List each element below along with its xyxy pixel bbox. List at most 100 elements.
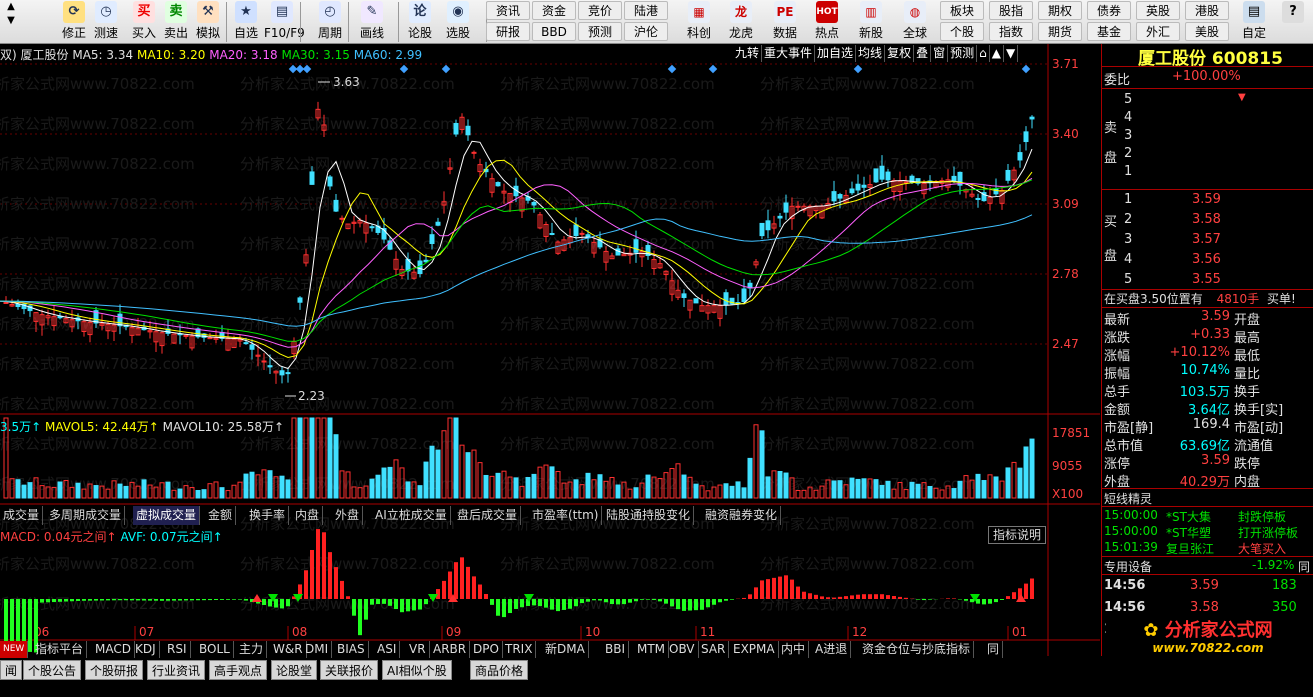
alert-stock-0[interactable]: *ST大集 <box>1166 508 1211 525</box>
volume-tab-10[interactable]: 陆股通持股变化 <box>603 506 695 525</box>
chart-menu-item-3[interactable]: 均线 <box>856 45 886 62</box>
bottom-tab-8[interactable]: 商品价格 <box>470 660 529 680</box>
indicator-tab-19[interactable]: SAR <box>698 641 730 658</box>
indicator-tab-10[interactable]: ASI <box>374 641 401 658</box>
bottom-tab-2[interactable]: 个股研报 <box>85 660 144 680</box>
alert-stock-2[interactable]: 复旦张江 <box>1166 540 1214 557</box>
sell-button[interactable]: 卖卖出 <box>158 0 194 44</box>
indicator-tab-1[interactable]: 指标平台 <box>32 641 88 658</box>
toolbar-small-bottom-3[interactable]: 沪伦 <box>624 22 668 41</box>
chart-menu-item-2[interactable]: 加自选 <box>815 45 857 62</box>
indicator-tab-17[interactable]: MTM <box>634 641 670 658</box>
toolbar-market-top-0[interactable]: 板块 <box>940 1 984 20</box>
indicator-tab-11[interactable]: VR <box>406 641 430 658</box>
volume-tab-9[interactable]: 市盈率(ttm) <box>529 506 603 525</box>
volume-tab-6[interactable]: 外盘 <box>332 506 364 525</box>
volume-tab-4[interactable]: 换手率 <box>246 506 290 525</box>
indicator-tab-23[interactable]: 资金仓位与抄底指标 <box>859 641 975 658</box>
toolbar-market-top-5[interactable]: 港股 <box>1185 1 1229 20</box>
toolbar-market-top-1[interactable]: 股指 <box>989 1 1033 20</box>
indicator-tab-2[interactable]: MACD <box>92 641 135 658</box>
chart-menu-item-7[interactable]: 预测 <box>948 45 978 62</box>
chevron-up-icon[interactable]: ▲ <box>990 45 1004 62</box>
toolbar-market-bottom-3[interactable]: 基金 <box>1087 22 1131 41</box>
toolbar-market-bottom-2[interactable]: 期货 <box>1038 22 1082 41</box>
data-button[interactable]: PE 数据 <box>766 0 804 44</box>
indicator-help-button[interactable]: 指标说明 <box>988 526 1046 544</box>
volume-tab-7[interactable]: AI立桩成交量 <box>372 506 451 525</box>
indicator-tab-16[interactable]: BBI <box>602 641 630 658</box>
indicator-tab-5[interactable]: BOLL <box>196 641 234 658</box>
global-button[interactable]: ◍ 全球 <box>896 0 934 44</box>
chart-menu-item-4[interactable]: 复权 <box>885 45 915 62</box>
volume-tab-0[interactable]: 成交量 <box>0 506 44 525</box>
indicator-tab-8[interactable]: DMI <box>302 641 333 658</box>
discuss-button[interactable]: 论论股 <box>402 0 438 44</box>
event-marker[interactable] <box>302 64 312 74</box>
volume-tab-3[interactable]: 金额 <box>205 506 237 525</box>
indicator-tab-4[interactable]: RSI <box>164 641 191 658</box>
collapse-icon[interactable]: ▼ <box>1238 92 1246 103</box>
period-button[interactable]: ◴ 周期 <box>312 0 348 44</box>
toolbar-market-top-3[interactable]: 债券 <box>1087 1 1131 20</box>
indicator-tab-20[interactable]: EXPMA <box>730 641 779 658</box>
dragon-tiger-button[interactable]: 龙龙虎 <box>722 0 760 44</box>
drawline-button[interactable]: ✎ 画线 <box>354 0 390 44</box>
toolbar-small-bottom-2[interactable]: 预测 <box>578 22 622 41</box>
toolbar-market-top-2[interactable]: 期权 <box>1038 1 1082 20</box>
bottom-tab-0[interactable]: 闻 <box>0 660 23 680</box>
indicator-tab-3[interactable]: KDJ <box>132 641 160 658</box>
toolbar-small-top-1[interactable]: 资金 <box>532 1 576 20</box>
bottom-tab-6[interactable]: 关联报价 <box>320 660 379 680</box>
toolbar-market-top-4[interactable]: 英股 <box>1136 1 1180 20</box>
indicator-tab-13[interactable]: DPO <box>470 641 503 658</box>
custom-button[interactable]: ▤ 自定 <box>1238 0 1270 44</box>
toolbar-small-top-0[interactable]: 资讯 <box>486 1 530 20</box>
volume-tab-5[interactable]: 内盘 <box>292 506 324 525</box>
hotspot-button[interactable]: HOT 热点 <box>808 0 846 44</box>
bottom-tab-7[interactable]: AI相似个股 <box>382 660 452 680</box>
toolbar-small-top-2[interactable]: 竞价 <box>578 1 622 20</box>
star-market-button[interactable]: ▦ 科创 <box>680 0 718 44</box>
volume-tab-1[interactable]: 多周期成交量 <box>46 506 126 525</box>
help-button[interactable]: ? <box>1278 0 1308 44</box>
toolbar-market-bottom-1[interactable]: 指数 <box>989 22 1033 41</box>
bottom-tab-4[interactable]: 高手观点 <box>209 660 268 680</box>
f10-button[interactable]: ▤ F10/F9 <box>264 0 305 44</box>
chart-menu-item-0[interactable]: 九转 <box>733 45 763 62</box>
lock-icon[interactable]: ⌂ <box>977 45 990 62</box>
indicator-tab-6[interactable]: 主力 <box>236 641 268 658</box>
chevron-down-icon[interactable]: ▼ <box>1004 45 1019 62</box>
volume-tab-11[interactable]: 融资融券变化 <box>702 506 782 525</box>
indicator-tab-22[interactable]: A进退 <box>812 641 852 658</box>
toolbar-small-bottom-0[interactable]: 研报 <box>486 22 530 41</box>
revise-button[interactable]: ⟳ 修正 <box>56 0 92 44</box>
indicator-tab-0[interactable]: NEW <box>0 641 29 658</box>
chart-menu-item-1[interactable]: 重大事件 <box>762 45 816 62</box>
event-marker[interactable] <box>1021 64 1031 74</box>
indicator-tab-14[interactable]: TRIX <box>502 641 537 658</box>
indicator-tab-9[interactable]: BIAS <box>334 641 369 658</box>
speedtest-button[interactable]: ◷ 测速 <box>88 0 124 44</box>
indicator-tab-18[interactable]: OBV <box>666 641 699 658</box>
toolbar-small-top-3[interactable]: 陆港 <box>624 1 668 20</box>
chart-menu-item-6[interactable]: 窗 <box>931 45 949 62</box>
indicator-tab-24[interactable]: 同 <box>984 641 1004 658</box>
pick-button[interactable]: ◉ 选股 <box>440 0 476 44</box>
event-marker[interactable] <box>708 64 718 74</box>
alert-stock-1[interactable]: *ST华塑 <box>1166 524 1211 541</box>
bottom-tab-1[interactable]: 个股公告 <box>23 660 82 680</box>
toolbar-small-bottom-1[interactable]: BBD <box>532 22 576 41</box>
event-marker[interactable] <box>853 64 863 74</box>
kline-chart[interactable]: 3.713.403.092.782.47178519055X10006 07 08 0… <box>0 44 1100 656</box>
bottom-tab-5[interactable]: 论股堂 <box>271 660 318 680</box>
watchlist-button[interactable]: ★ 自选 <box>228 0 264 44</box>
toolbar-scroll[interactable]: ▲ ▼ <box>2 0 20 44</box>
indicator-tab-12[interactable]: ARBR <box>430 641 471 658</box>
toolbar-market-bottom-0[interactable]: 个股 <box>940 22 984 41</box>
event-marker[interactable] <box>667 64 677 74</box>
toolbar-market-bottom-5[interactable]: 美股 <box>1185 22 1229 41</box>
indicator-tab-21[interactable]: 内中 <box>778 641 810 658</box>
chart-menu-item-5[interactable]: 叠 <box>914 45 932 62</box>
event-marker[interactable] <box>399 64 409 74</box>
